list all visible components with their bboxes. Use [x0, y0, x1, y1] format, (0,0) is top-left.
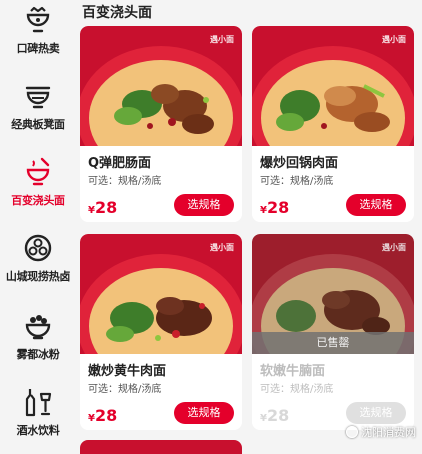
price-value: 28 [94, 198, 118, 217]
price-value: 28 [94, 406, 118, 425]
watermark-text: 沈阳消费网 [361, 426, 416, 439]
sold-out-badge: 已售罄 [252, 332, 414, 354]
product-image: 遇小面 [252, 26, 414, 146]
product-card[interactable]: 遇小面 嫩炒黄牛肉面 可选：规格/汤底 ¥28 选规格 [80, 234, 242, 430]
sidebar-item-label: 山城现捞热卤 [5, 270, 71, 283]
sidebar-item-classic-noodles[interactable]: 经典板凳面 [0, 80, 76, 152]
product-image: 遇小面 [80, 26, 242, 146]
watermark-icon [346, 426, 358, 438]
product-card[interactable]: 遇小面 Q弹肥肠面 可选：规格/汤底 ¥28 选规格 [80, 26, 242, 222]
currency-symbol: ¥ [260, 205, 267, 216]
currency-symbol: ¥ [88, 413, 95, 424]
category-sidebar: 口碑热卖 经典板凳面 百变浇头面 山城现捞热卤 雾都冰粉 酒水饮料 [0, 0, 76, 454]
product-options: 可选：规格/汤底 [88, 176, 162, 187]
section-title: 百变浇头面 [82, 5, 152, 21]
braised-pot-icon [24, 234, 52, 262]
sidebar-item-label: 酒水饮料 [16, 424, 60, 437]
sidebar-item-label: 百变浇头面 [11, 194, 65, 207]
product-price: ¥28 [260, 406, 289, 425]
sidebar-item-drinks[interactable]: 酒水饮料 [0, 386, 76, 454]
product-image: 遇小面 已售罄 [252, 234, 414, 354]
price-value: 28 [266, 406, 290, 425]
product-options: 可选：规格/汤底 [88, 384, 162, 395]
product-name: Q弹肥肠面 [88, 156, 152, 171]
product-options: 可选：规格/汤底 [260, 176, 334, 187]
ice-jelly-icon [25, 315, 51, 340]
product-price: ¥28 [88, 406, 117, 425]
bowl-crown-icon [26, 6, 50, 33]
sidebar-item-topping-noodles[interactable]: 百变浇头面 [0, 156, 76, 228]
currency-symbol: ¥ [260, 413, 267, 424]
product-price: ¥28 [88, 198, 117, 217]
brand-label: 遇小面 [210, 35, 234, 44]
brand-label: 遇小面 [210, 243, 234, 252]
sidebar-item-label: 经典板凳面 [11, 118, 65, 131]
bottles-icon [25, 389, 52, 417]
product-card[interactable]: 遇小面 爆炒回锅肉面 可选：规格/汤底 ¥28 选规格 [252, 26, 414, 222]
brand-label: 遇小面 [382, 243, 406, 252]
product-image: 遇小面 [80, 234, 242, 354]
bowl-steam-icon [26, 157, 50, 186]
product-name: 嫩炒黄牛肉面 [88, 364, 167, 379]
currency-symbol: ¥ [88, 205, 95, 216]
product-price: ¥28 [260, 198, 289, 217]
sidebar-item-ice-jelly[interactable]: 雾都冰粉 [0, 310, 76, 382]
sidebar-item-label: 雾都冰粉 [16, 348, 60, 361]
select-spec-button[interactable]: 选规格 [174, 194, 234, 216]
product-name: 爆炒回锅肉面 [260, 156, 339, 171]
sidebar-item-popular[interactable]: 口碑热卖 [0, 4, 76, 76]
product-name: 软嫩牛腩面 [260, 364, 326, 379]
price-value: 28 [266, 198, 290, 217]
sidebar-item-braised[interactable]: 山城现捞热卤 [0, 232, 76, 304]
menu-screen: 口碑热卖 经典板凳面 百变浇头面 山城现捞热卤 雾都冰粉 酒水饮料 百变浇头面 … [0, 0, 422, 454]
brand-label: 遇小面 [382, 35, 406, 44]
product-list: 百变浇头面 遇小面 Q弹肥肠面 可选：规格/汤底 ¥28 选规格 遇小面 爆炒回… [76, 0, 422, 454]
product-card-partial[interactable] [80, 440, 242, 454]
select-spec-button[interactable]: 选规格 [174, 402, 234, 424]
select-spec-button-disabled: 选规格 [346, 402, 406, 424]
sidebar-item-label: 口碑热卖 [16, 42, 60, 55]
select-spec-button[interactable]: 选规格 [346, 194, 406, 216]
product-card-sold-out: 遇小面 已售罄 软嫩牛腩面 可选：规格/汤底 ¥28 选规格 [252, 234, 414, 430]
product-options: 可选：规格/汤底 [260, 384, 334, 395]
bowl-bench-icon [25, 86, 51, 109]
watermark: 沈阳消费网 [346, 424, 416, 440]
